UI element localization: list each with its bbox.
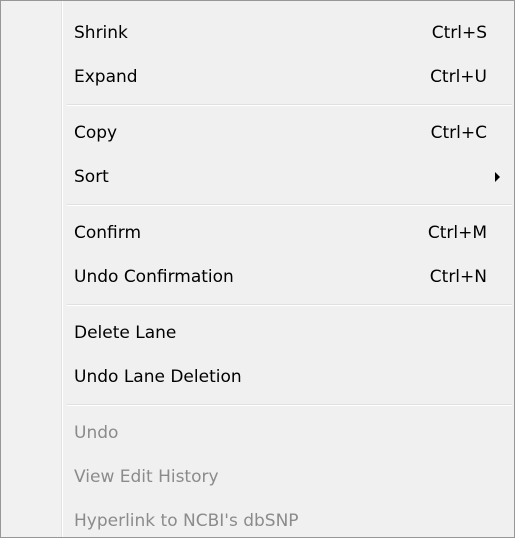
menu-item-label: View Edit History xyxy=(74,467,219,487)
menu-item-label: Undo Confirmation xyxy=(74,267,234,287)
menu-item-confirm[interactable]: Confirm Ctrl+M xyxy=(1,211,514,255)
menu-item-label: Hyperlink to NCBI's dbSNP xyxy=(74,511,299,531)
menu-item-sort[interactable]: Sort xyxy=(1,155,514,199)
menu-item-view-edit-history: View Edit History xyxy=(1,455,514,499)
menu-item-shortcut: Ctrl+N xyxy=(429,267,487,287)
menu-separator xyxy=(1,99,514,111)
submenu-arrow-icon xyxy=(495,172,500,182)
menu-item-shortcut: Ctrl+S xyxy=(431,23,487,43)
menu-item-shrink[interactable]: Shrink Ctrl+S xyxy=(1,11,514,55)
menu-item-label: Undo xyxy=(74,423,119,443)
menu-item-label: Copy xyxy=(74,123,118,143)
menu-separator xyxy=(1,399,514,411)
menu-item-copy[interactable]: Copy Ctrl+C xyxy=(1,111,514,155)
menu-separator xyxy=(1,199,514,211)
menu-separator xyxy=(1,299,514,311)
context-menu: Shrink Ctrl+S Expand Ctrl+U Copy Ctrl+C … xyxy=(0,0,515,538)
menu-item-hyperlink-ncbi-dbsnp: Hyperlink to NCBI's dbSNP xyxy=(1,499,514,543)
menu-item-label: Sort xyxy=(74,167,109,187)
menu-items: Shrink Ctrl+S Expand Ctrl+U Copy Ctrl+C … xyxy=(1,11,514,543)
menu-item-shortcut: Ctrl+M xyxy=(427,223,487,243)
menu-item-label: Undo Lane Deletion xyxy=(74,367,242,387)
menu-item-expand[interactable]: Expand Ctrl+U xyxy=(1,55,514,99)
menu-item-delete-lane[interactable]: Delete Lane xyxy=(1,311,514,355)
menu-item-label: Delete Lane xyxy=(74,323,177,343)
menu-item-label: Confirm xyxy=(74,223,142,243)
menu-item-shortcut: Ctrl+C xyxy=(430,123,487,143)
menu-item-undo: Undo xyxy=(1,411,514,455)
menu-item-shortcut: Ctrl+U xyxy=(430,67,487,87)
menu-item-label: Expand xyxy=(74,67,138,87)
menu-item-label: Shrink xyxy=(74,23,128,43)
menu-item-undo-lane-deletion[interactable]: Undo Lane Deletion xyxy=(1,355,514,399)
menu-item-undo-confirmation[interactable]: Undo Confirmation Ctrl+N xyxy=(1,255,514,299)
